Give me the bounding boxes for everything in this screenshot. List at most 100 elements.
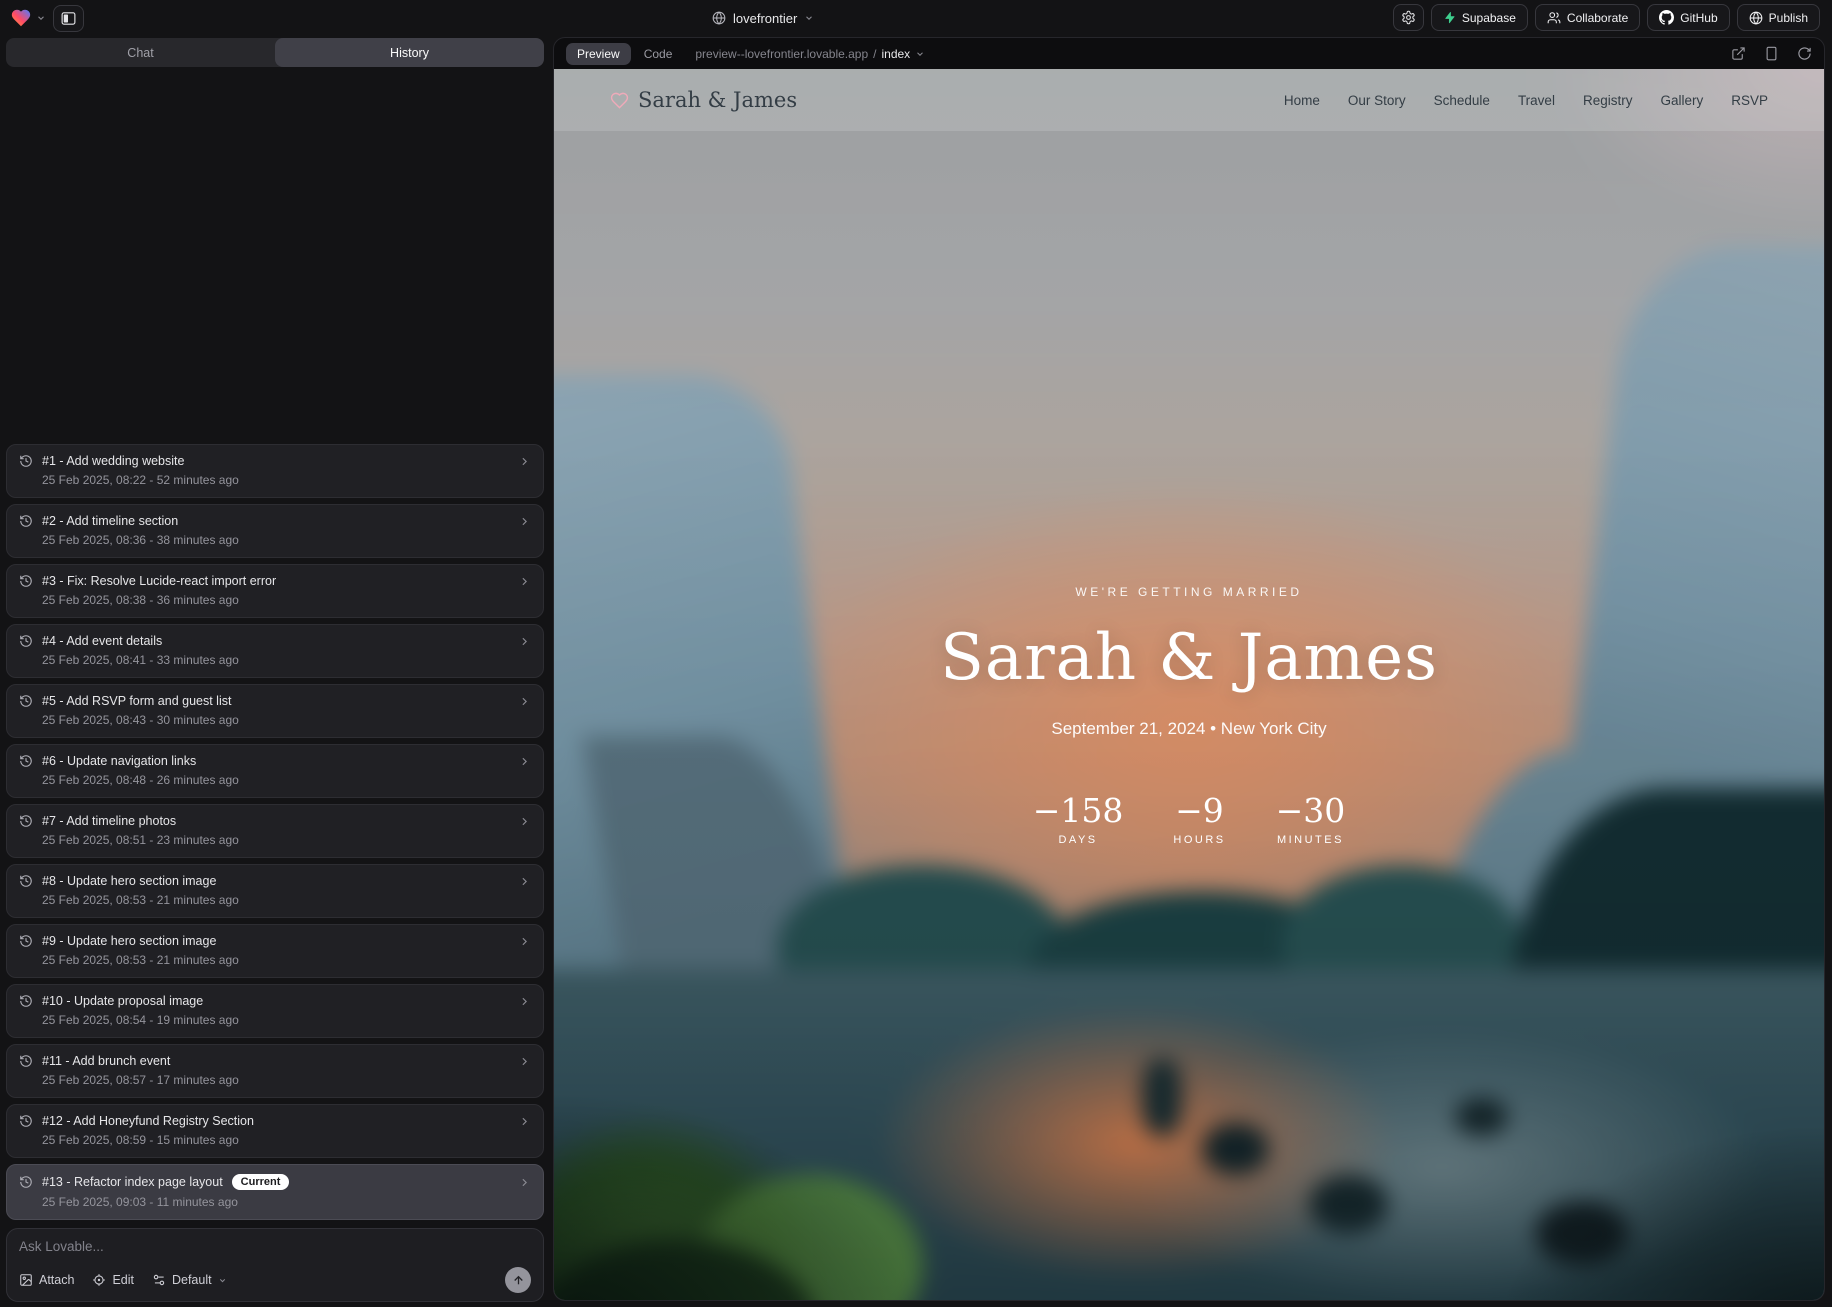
countdown-value: −158 [1033, 791, 1124, 830]
site-nav-link[interactable]: Registry [1583, 93, 1633, 108]
history-item[interactable]: #12 - Add Honeyfund Registry Section 25 … [6, 1104, 544, 1158]
collaborate-label: Collaborate [1567, 11, 1628, 25]
sliders-icon [152, 1273, 166, 1287]
site-preview: Sarah & James Home Our Story Schedule Tr… [554, 69, 1824, 1300]
history-icon [19, 1175, 33, 1189]
history-item-timestamp: 25 Feb 2025, 09:03 - 11 minutes ago [42, 1195, 531, 1209]
refresh-icon[interactable] [1797, 46, 1812, 61]
chevron-right-icon [518, 1176, 531, 1189]
history-item-title: #7 - Add timeline photos [42, 814, 176, 828]
history-item-timestamp: 25 Feb 2025, 08:57 - 17 minutes ago [42, 1073, 531, 1087]
history-item[interactable]: #6 - Update navigation links 25 Feb 2025… [6, 744, 544, 798]
supabase-button[interactable]: Supabase [1431, 4, 1528, 31]
external-link-icon[interactable] [1731, 46, 1746, 61]
history-item[interactable]: #7 - Add timeline photos 25 Feb 2025, 08… [6, 804, 544, 858]
countdown-label: MINUTES [1276, 834, 1346, 846]
globe-icon [1749, 11, 1763, 25]
sidebar-tabs: Chat History [6, 38, 544, 67]
history-item-title: #6 - Update navigation links [42, 754, 196, 768]
history-item-title: #12 - Add Honeyfund Registry Section [42, 1114, 254, 1128]
history-item-title: #3 - Fix: Resolve Lucide-react import er… [42, 574, 276, 588]
globe-icon [712, 11, 726, 25]
preview-url[interactable]: preview--lovefrontier.lovable.app / inde… [695, 47, 925, 61]
history-item-title: #2 - Add timeline section [42, 514, 178, 528]
chevron-right-icon [518, 875, 531, 888]
site-brand-name: Sarah & James [638, 88, 797, 112]
lovable-logo-menu[interactable] [10, 7, 46, 29]
preview-tab[interactable]: Preview [566, 43, 631, 65]
gear-icon [1401, 10, 1416, 25]
github-button[interactable]: GitHub [1647, 4, 1729, 31]
history-item-timestamp: 25 Feb 2025, 08:43 - 30 minutes ago [42, 713, 531, 727]
project-switcher[interactable]: lovefrontier [712, 0, 814, 36]
history-icon [19, 694, 33, 708]
site-nav-link[interactable]: Gallery [1660, 93, 1703, 108]
chevron-right-icon [518, 995, 531, 1008]
chat-sidebar: Chat History #1 - Add wedding website 25… [6, 38, 544, 1302]
history-item-title: #11 - Add brunch event [42, 1054, 170, 1068]
code-tab[interactable]: Code [644, 47, 673, 61]
countdown-value: −9 [1173, 791, 1225, 830]
site-header: Sarah & James Home Our Story Schedule Tr… [554, 69, 1824, 131]
countdown-item: −158 DAYS [1033, 791, 1124, 846]
url-page: index [881, 47, 910, 61]
heart-icon [610, 91, 629, 110]
history-item-timestamp: 25 Feb 2025, 08:54 - 19 minutes ago [42, 1013, 531, 1027]
history-icon [19, 634, 33, 648]
countdown-item: −30 MINUTES [1276, 791, 1346, 846]
history-item-title: #8 - Update hero section image [42, 874, 216, 888]
chevron-right-icon [518, 815, 531, 828]
tab-history[interactable]: History [275, 38, 544, 67]
site-nav-link[interactable]: Schedule [1434, 93, 1490, 108]
countdown-item: −9 HOURS [1173, 791, 1225, 846]
countdown-label: HOURS [1173, 834, 1225, 846]
site-nav-link[interactable]: Travel [1518, 93, 1555, 108]
history-icon [19, 994, 33, 1008]
attach-button[interactable]: Attach [19, 1273, 74, 1287]
history-item[interactable]: #10 - Update proposal image 25 Feb 2025,… [6, 984, 544, 1038]
history-item[interactable]: #11 - Add brunch event 25 Feb 2025, 08:5… [6, 1044, 544, 1098]
history-item[interactable]: #8 - Update hero section image 25 Feb 20… [6, 864, 544, 918]
history-item[interactable]: #1 - Add wedding website 25 Feb 2025, 08… [6, 444, 544, 498]
chevron-right-icon [518, 515, 531, 528]
history-item[interactable]: #4 - Add event details 25 Feb 2025, 08:4… [6, 624, 544, 678]
site-brand[interactable]: Sarah & James [610, 88, 797, 112]
history-icon [19, 574, 33, 588]
site-nav-link[interactable]: Our Story [1348, 93, 1406, 108]
chevron-right-icon [518, 575, 531, 588]
history-item-timestamp: 25 Feb 2025, 08:48 - 26 minutes ago [42, 773, 531, 787]
model-select[interactable]: Default [152, 1273, 227, 1287]
lovable-heart-icon [10, 7, 32, 29]
site-nav-link[interactable]: Home [1284, 93, 1320, 108]
history-icon [19, 1114, 33, 1128]
chevron-down-icon [804, 13, 814, 23]
tab-chat[interactable]: Chat [6, 38, 275, 67]
history-item-title: #10 - Update proposal image [42, 994, 203, 1008]
history-item[interactable]: #3 - Fix: Resolve Lucide-react import er… [6, 564, 544, 618]
mobile-view-icon[interactable] [1764, 46, 1779, 61]
site-nav-link[interactable]: RSVP [1731, 93, 1768, 108]
edit-button[interactable]: Edit [92, 1273, 134, 1287]
history-item-timestamp: 25 Feb 2025, 08:53 - 21 minutes ago [42, 893, 531, 907]
publish-button[interactable]: Publish [1737, 4, 1820, 31]
history-item[interactable]: #9 - Update hero section image 25 Feb 20… [6, 924, 544, 978]
toggle-sidebar-button[interactable] [53, 5, 84, 32]
collaborate-button[interactable]: Collaborate [1535, 4, 1640, 31]
history-item[interactable]: #5 - Add RSVP form and guest list 25 Feb… [6, 684, 544, 738]
history-icon [19, 454, 33, 468]
site-nav: Home Our Story Schedule Travel Registry … [1284, 93, 1768, 108]
history-item-timestamp: 25 Feb 2025, 08:41 - 33 minutes ago [42, 653, 531, 667]
history-item[interactable]: #2 - Add timeline section 25 Feb 2025, 0… [6, 504, 544, 558]
chevron-down-icon [36, 13, 46, 23]
settings-button[interactable] [1393, 4, 1424, 31]
prompt-input[interactable] [19, 1239, 531, 1259]
edit-label: Edit [112, 1273, 134, 1287]
send-button[interactable] [505, 1267, 531, 1293]
history-item[interactable]: #13 - Refactor index page layout Current… [6, 1164, 544, 1220]
history-item-timestamp: 25 Feb 2025, 08:53 - 21 minutes ago [42, 953, 531, 967]
target-icon [92, 1273, 106, 1287]
model-label: Default [172, 1273, 212, 1287]
chevron-right-icon [518, 935, 531, 948]
countdown-value: −30 [1276, 791, 1346, 830]
history-icon [19, 514, 33, 528]
